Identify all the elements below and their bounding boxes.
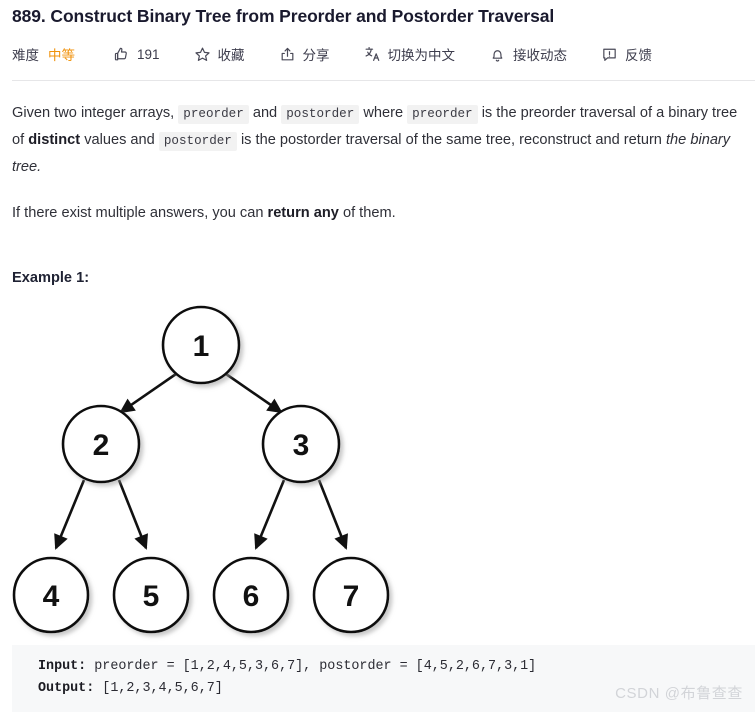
tree-node-7: 7 (312, 556, 390, 634)
star-icon (194, 46, 211, 63)
feedback-label: 反馈 (625, 48, 653, 63)
share-label: 分享 (302, 48, 330, 63)
difficulty-value: 中等 (48, 48, 75, 63)
like-count: 191 (137, 46, 160, 62)
input-value: preorder = [1,2,4,5,3,6,7], postorder = … (86, 659, 537, 674)
edge-3-6 (254, 479, 286, 550)
csdn-watermark: CSDN @布鲁查查 (615, 685, 743, 702)
inline-code-preorder: preorder (407, 105, 478, 124)
edge-3-7 (317, 479, 348, 550)
tree-node-label: 1 (193, 330, 210, 363)
tree-node-label: 2 (93, 429, 110, 462)
tree-node-label: 7 (343, 580, 360, 613)
tree-node-4: 4 (12, 556, 90, 634)
desc-text: of them. (342, 205, 396, 221)
inline-code-preorder: preorder (178, 105, 249, 124)
tree-node-5: 5 (112, 556, 190, 634)
tree-node-label: 3 (293, 429, 310, 462)
header-divider (12, 80, 755, 81)
example-input-line: Input: preorder = [1,2,4,5,3,6,7], posto… (38, 656, 755, 678)
desc-text: If there exist multiple answers, you can (12, 205, 264, 221)
inline-code-postorder: postorder (281, 105, 360, 124)
desc-bold-distinct: distinct (28, 132, 81, 148)
desc-text: and (252, 105, 278, 121)
desc-text: is the postorder traversal of the same t… (240, 132, 662, 148)
problem-description: Given two integer arrays, preorder and p… (12, 100, 740, 226)
desc-text: Given two integer arrays, (12, 105, 175, 121)
tree-nodes: 1 2 3 4 5 6 7 (12, 305, 390, 634)
favorite-label: 收藏 (217, 48, 245, 63)
feedback-button[interactable]: 反馈 (601, 44, 652, 64)
output-label: Output: (38, 681, 95, 696)
subscribe-label: 接收动态 (513, 48, 568, 63)
input-label: Input: (38, 659, 87, 674)
tree-node-2: 2 (61, 404, 141, 484)
edge-1-3 (225, 372, 283, 414)
subscribe-button[interactable]: 接收动态 (489, 44, 567, 64)
bell-icon (489, 46, 506, 63)
problem-page: 889. Construct Binary Tree from Preorder… (0, 0, 755, 712)
desc-bold-return-any: return any (267, 205, 339, 221)
like-button[interactable]: 191 (113, 46, 160, 63)
page-title: 889. Construct Binary Tree from Preorder… (12, 6, 555, 26)
tree-node-label: 5 (143, 580, 160, 613)
tree-node-label: 4 (43, 580, 60, 613)
translate-icon (364, 46, 381, 63)
desc-text: where (363, 105, 404, 121)
description-paragraph-2: If there exist multiple answers, you can… (12, 200, 740, 226)
favorite-button[interactable]: 收藏 (194, 44, 245, 64)
thumbs-up-icon (113, 46, 130, 63)
edge-2-4 (54, 479, 86, 550)
share-button[interactable]: 分享 (279, 44, 330, 64)
tree-node-label: 6 (243, 580, 260, 613)
translate-button[interactable]: 切换为中文 (364, 44, 456, 64)
difficulty-indicator: 难度 中等 (12, 44, 75, 64)
desc-text: values and (84, 132, 155, 148)
example-code-block: Input: preorder = [1,2,4,5,3,6,7], posto… (12, 645, 755, 712)
output-value: [1,2,3,4,5,6,7] (94, 681, 223, 696)
binary-tree-figure: 1 2 3 4 5 6 7 (0, 298, 420, 643)
problem-toolbar: 难度 中等 191 收藏 分享 切换为中文 接收动态 反馈 (12, 41, 652, 67)
edge-1-2 (119, 372, 177, 414)
tree-node-6: 6 (212, 556, 290, 634)
edge-2-5 (117, 479, 148, 550)
difficulty-label: 难度 (12, 48, 39, 63)
inline-code-postorder: postorder (158, 132, 237, 151)
share-box-icon (279, 46, 296, 63)
translate-label: 切换为中文 (387, 48, 456, 63)
example-heading: Example 1: (12, 270, 90, 286)
tree-node-3: 3 (261, 404, 341, 484)
tree-node-1: 1 (161, 305, 241, 385)
feedback-icon (601, 46, 618, 63)
description-paragraph-1: Given two integer arrays, preorder and p… (12, 100, 740, 180)
